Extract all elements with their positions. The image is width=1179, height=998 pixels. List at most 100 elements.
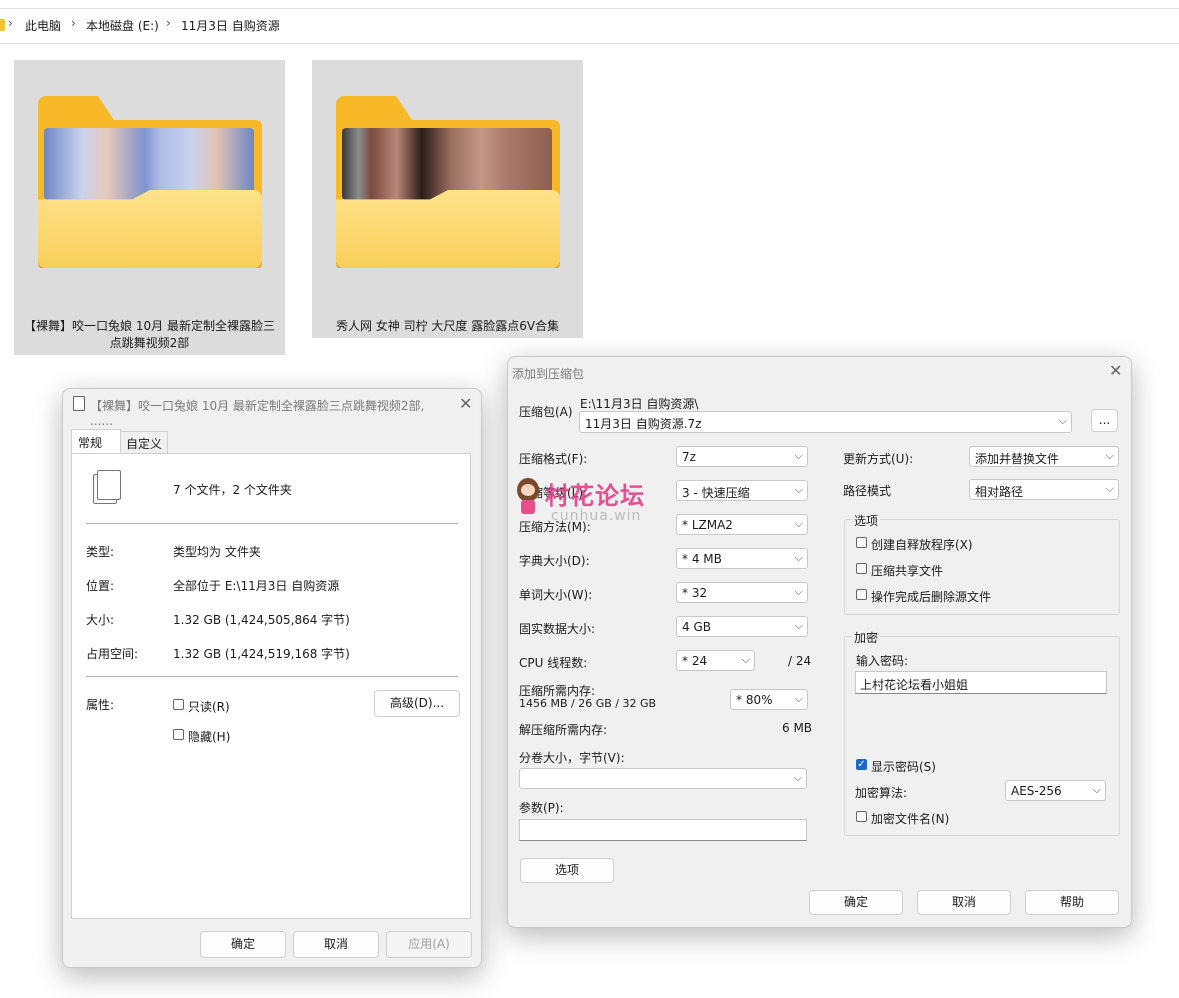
chevron-down-icon: ⌵ <box>793 771 802 784</box>
folder-thumbnail <box>342 128 552 200</box>
breadcrumb-drive-e[interactable]: 本地磁盘 (E:) <box>86 17 159 34</box>
readonly-checkbox[interactable] <box>173 699 184 710</box>
location-value: 全部位于 E:\11月3日 自购资源 <box>173 579 340 593</box>
delete-source-checkbox[interactable] <box>856 589 867 600</box>
folder-name: 秀人网 女神 司柠 大尺度 露脸露点6V合集 <box>335 319 560 333</box>
chevron-down-icon: ⌵ <box>794 517 803 530</box>
hidden-label: 隐藏(H) <box>188 730 231 744</box>
dialog-title: 添加到压缩包 <box>512 367 585 381</box>
readonly-label: 只读(R) <box>188 700 230 714</box>
chevron-down-icon: ⌵ <box>1058 414 1067 427</box>
password-input[interactable]: 上村花论坛看小姐姐 <box>855 671 1107 694</box>
cpu-total: / 24 <box>788 654 812 668</box>
encrypt-names-checkbox[interactable] <box>856 811 867 822</box>
chevron-down-icon: ⌵ <box>794 619 803 632</box>
chevron-down-icon: ⌵ <box>794 449 803 462</box>
cancel-button[interactable]: 取消 <box>293 931 379 958</box>
archive-name-combo[interactable]: 11月3日 自购资源.7z ⌵ <box>579 411 1072 433</box>
shared-label: 压缩共享文件 <box>871 564 944 578</box>
chevron-right-icon: › <box>71 16 76 30</box>
chevron-right-icon: › <box>8 16 13 30</box>
folder-name: 【裸舞】咬一口兔娘 10月 最新定制全裸露脸三 点跳舞视频2部 <box>24 319 275 350</box>
encrypt-names-label: 加密文件名(N) <box>871 812 950 826</box>
type-label: 类型: <box>86 545 115 559</box>
breadcrumb: › 此电脑 › 本地磁盘 (E:) › 11月3日 自购资源 <box>0 8 1179 44</box>
mem-percent-select[interactable]: * 80% ⌵ <box>730 689 808 710</box>
mem-decomp-label: 解压缩所需内存: <box>519 723 608 737</box>
help-button[interactable]: 帮助 <box>1025 890 1119 915</box>
advanced-button[interactable]: 高级(D)... <box>374 690 460 717</box>
cancel-button[interactable]: 取消 <box>917 890 1011 915</box>
archive-path: E:\11月3日 自购资源\ <box>580 397 699 411</box>
dict-select[interactable]: * 4 MB ⌵ <box>676 548 808 569</box>
chevron-down-icon: ⌵ <box>1105 449 1114 462</box>
tab-panel: 7 个文件，2 个文件夹 类型: 类型均为 文件夹 位置: 全部位于 E:\11… <box>71 453 471 919</box>
disk-size-label: 占用空间: <box>86 647 139 661</box>
options-button[interactable]: 选项 <box>520 858 614 883</box>
ok-button[interactable]: 确定 <box>200 931 286 958</box>
show-password-label: 显示密码(S) <box>871 760 936 774</box>
type-value: 类型均为 文件夹 <box>173 545 261 559</box>
divider <box>86 523 458 524</box>
location-label: 位置: <box>86 579 115 593</box>
tab-custom[interactable]: 自定义 <box>120 431 168 453</box>
watermark: 村花论坛 cunhua.win <box>515 474 675 530</box>
breadcrumb-current-folder[interactable]: 11月3日 自购资源 <box>181 17 280 34</box>
encryption-group-title: 加密 <box>852 629 881 646</box>
close-icon[interactable]: ✕ <box>459 394 472 413</box>
level-select[interactable]: 3 - 快速压缩 ⌵ <box>676 480 808 501</box>
disk-size-value: 1.32 GB (1,424,519,168 字节) <box>173 647 350 661</box>
update-select[interactable]: 添加并替换文件 ⌵ <box>969 446 1119 467</box>
mem-decomp-value: 6 MB <box>782 721 813 735</box>
folder-thumbnail <box>44 128 254 200</box>
folder-icon <box>0 19 5 31</box>
sfx-checkbox[interactable] <box>856 537 867 548</box>
size-label: 大小: <box>86 613 115 627</box>
solid-label: 固实数据大小: <box>519 622 596 636</box>
mem-comp-value: 1456 MB / 26 GB / 32 GB <box>519 697 657 710</box>
shared-checkbox[interactable] <box>856 563 867 574</box>
folder-tile[interactable]: 【裸舞】咬一口兔娘 10月 最新定制全裸露脸三 点跳舞视频2部 <box>14 60 285 355</box>
split-select[interactable]: ⌵ <box>519 768 807 789</box>
chevron-down-icon: ⌵ <box>794 692 803 705</box>
word-label: 单词大小(W): <box>519 588 593 602</box>
chevron-down-icon: ⌵ <box>794 585 803 598</box>
archive-label: 压缩包(A) <box>519 405 573 419</box>
apply-button[interactable]: 应用(A) <box>386 931 472 958</box>
close-icon[interactable]: ✕ <box>1109 361 1122 380</box>
update-label: 更新方式(U): <box>843 452 914 466</box>
cpu-select[interactable]: * 24 ⌵ <box>676 650 755 671</box>
divider <box>86 676 458 677</box>
folder-tile[interactable]: 秀人网 女神 司柠 大尺度 露脸露点6V合集 <box>312 60 583 338</box>
split-label: 分卷大小，字节(V): <box>519 751 625 765</box>
enc-method-select[interactable]: AES-256 ⌵ <box>1005 780 1106 801</box>
params-label: 参数(P): <box>519 801 564 815</box>
browse-button[interactable]: ... <box>1091 409 1118 432</box>
options-group-title: 选项 <box>852 512 881 529</box>
cpu-label: CPU 线程数: <box>519 656 588 670</box>
watermark-text: 村花论坛 <box>545 482 645 510</box>
chevron-down-icon: ⌵ <box>741 653 750 666</box>
chevron-down-icon: ⌵ <box>794 483 803 496</box>
add-to-archive-dialog: 添加到压缩包 ✕ 压缩包(A) E:\11月3日 自购资源\ 11月3日 自购资… <box>507 356 1132 928</box>
params-input[interactable] <box>519 819 807 841</box>
show-password-checkbox[interactable]: ✓ <box>856 759 867 770</box>
sfx-label: 创建自释放程序(X) <box>871 538 973 552</box>
enc-method-label: 加密算法: <box>855 786 908 800</box>
chevron-down-icon: ⌵ <box>1105 482 1114 495</box>
properties-dialog: 【裸舞】咬一口兔娘 10月 最新定制全裸露脸三点跳舞视频2部, ...... ✕… <box>62 388 482 968</box>
method-select[interactable]: * LZMA2 ⌵ <box>676 514 808 535</box>
file-icon <box>73 396 85 411</box>
hidden-checkbox[interactable] <box>173 729 184 740</box>
attributes-label: 属性: <box>86 698 115 712</box>
tab-general[interactable]: 常规 <box>71 429 121 454</box>
word-select[interactable]: * 32 ⌵ <box>676 582 808 603</box>
format-label: 压缩格式(F): <box>519 452 588 466</box>
delete-source-label: 操作完成后删除源文件 <box>871 590 992 604</box>
solid-select[interactable]: 4 GB ⌵ <box>676 616 808 637</box>
ok-button[interactable]: 确定 <box>809 890 903 915</box>
format-select[interactable]: 7z ⌵ <box>676 446 808 467</box>
watermark-url: cunhua.win <box>551 508 642 524</box>
pathmode-select[interactable]: 相对路径 ⌵ <box>969 479 1119 500</box>
breadcrumb-this-pc[interactable]: 此电脑 <box>25 17 61 34</box>
